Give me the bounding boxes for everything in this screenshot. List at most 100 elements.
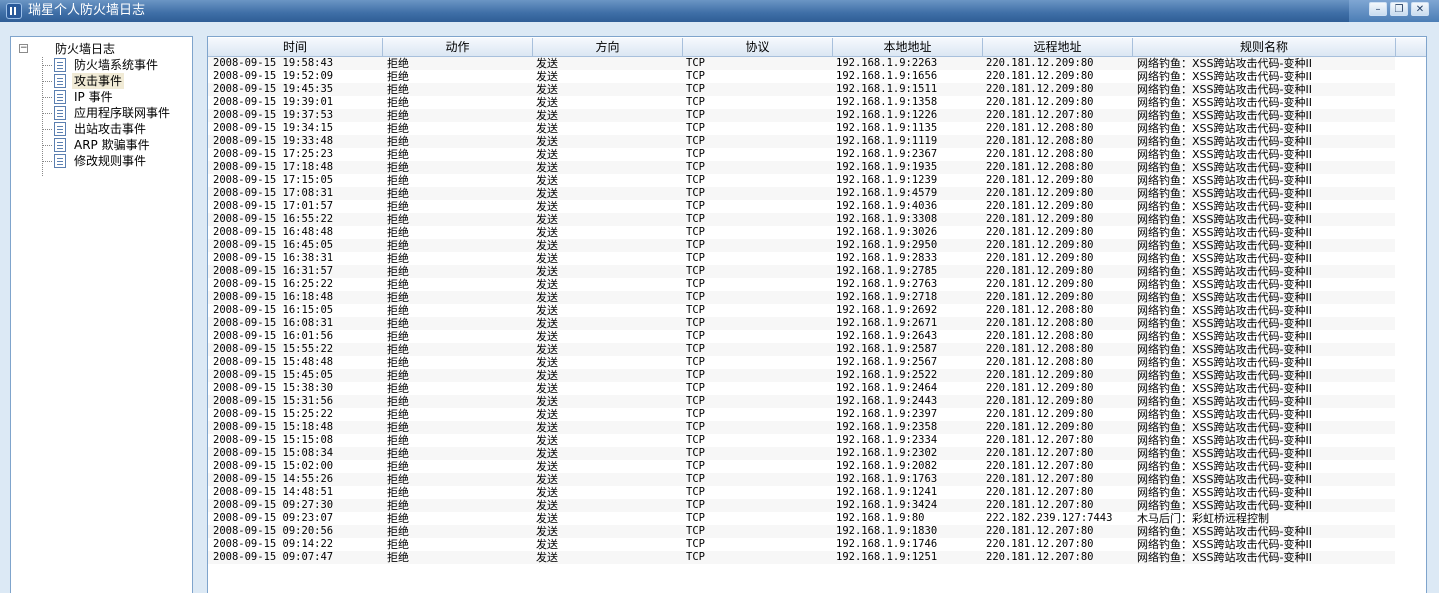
table-row[interactable]: 2008-09-15 19:58:43 拒绝 发送 TCP 192.168.1.9:22… bbox=[208, 57, 1395, 70]
cell-local-address: 192.168.1.9:2950 bbox=[836, 239, 938, 251]
table-row[interactable]: 2008-09-15 09:07:47 拒绝 发送 TCP 192.168.1.9:12… bbox=[208, 551, 1395, 564]
table-row[interactable]: 2008-09-15 15:31:56 拒绝 发送 TCP 192.168.1.9:24… bbox=[208, 395, 1395, 408]
table-row[interactable]: 2008-09-15 17:18:48 拒绝 发送 TCP 192.168.1.9:19… bbox=[208, 161, 1395, 174]
table-row[interactable]: 2008-09-15 15:45:05 拒绝 发送 TCP 192.168.1.9:25… bbox=[208, 369, 1395, 382]
table-row[interactable]: 2008-09-15 19:37:53 拒绝 发送 TCP 192.168.1.9:12… bbox=[208, 109, 1395, 122]
title-bar: 瑞星个人防火墙日志 – ❐ ✕ bbox=[0, 0, 1439, 22]
tree-item[interactable]: 应用程序联网事件 bbox=[42, 105, 192, 121]
cell-direction: 发送 bbox=[536, 486, 558, 499]
table-row[interactable]: 2008-09-15 16:55:22 拒绝 发送 TCP 192.168.1.9:33… bbox=[208, 213, 1395, 226]
cell-rule-name: 网络钓鱼：XSS跨站攻击代码-变种II bbox=[1137, 122, 1312, 135]
table-row[interactable]: 2008-09-15 16:01:56 拒绝 发送 TCP 192.168.1.9:26… bbox=[208, 330, 1395, 343]
cell-time: 2008-09-15 15:48:48 bbox=[213, 356, 334, 368]
cell-direction: 发送 bbox=[536, 382, 558, 395]
minimize-icon[interactable]: – bbox=[1369, 2, 1387, 16]
table-row[interactable]: 2008-09-15 14:48:51 拒绝 发送 TCP 192.168.1.9:12… bbox=[208, 486, 1395, 499]
cell-action: 拒绝 bbox=[387, 330, 409, 343]
cell-remote-address: 220.181.12.209:80 bbox=[986, 278, 1094, 290]
table-row[interactable]: 2008-09-15 09:23:07 拒绝 发送 TCP 192.168.1.9:80… bbox=[208, 512, 1395, 525]
table-row[interactable]: 2008-09-15 16:15:05 拒绝 发送 TCP 192.168.1.9:26… bbox=[208, 304, 1395, 317]
cell-remote-address: 220.181.12.209:80 bbox=[986, 291, 1094, 303]
cell-direction: 发送 bbox=[536, 135, 558, 148]
table-row[interactable]: 2008-09-15 15:48:48 拒绝 发送 TCP 192.168.1.9:25… bbox=[208, 356, 1395, 369]
cell-rule-name: 网络钓鱼：XSS跨站攻击代码-变种II bbox=[1137, 369, 1312, 382]
cell-local-address: 192.168.1.9:2718 bbox=[836, 291, 938, 303]
table-row[interactable]: 2008-09-15 16:48:48 拒绝 发送 TCP 192.168.1.9:30… bbox=[208, 226, 1395, 239]
cell-remote-address: 220.181.12.208:80 bbox=[986, 343, 1094, 355]
header-remote-address[interactable]: 远程地址 bbox=[983, 38, 1133, 56]
cell-rule-name: 网络钓鱼：XSS跨站攻击代码-变种II bbox=[1137, 83, 1312, 96]
cell-time: 2008-09-15 19:45:35 bbox=[213, 83, 334, 95]
cell-direction: 发送 bbox=[536, 343, 558, 356]
tree-item[interactable]: 出站攻击事件 bbox=[42, 121, 192, 137]
tree-item[interactable]: 防火墙系统事件 bbox=[42, 57, 192, 73]
cell-protocol: TCP bbox=[686, 330, 705, 342]
tree-item[interactable]: IP 事件 bbox=[42, 89, 192, 105]
cell-local-address: 192.168.1.9:1656 bbox=[836, 70, 938, 82]
header-action[interactable]: 动作 bbox=[383, 38, 533, 56]
header-local-address[interactable]: 本地地址 bbox=[833, 38, 983, 56]
cell-protocol: TCP bbox=[686, 473, 705, 485]
table-row[interactable]: 2008-09-15 09:27:30 拒绝 发送 TCP 192.168.1.9:34… bbox=[208, 499, 1395, 512]
table-row[interactable]: 2008-09-15 19:45:35 拒绝 发送 TCP 192.168.1.9:15… bbox=[208, 83, 1395, 96]
document-icon bbox=[54, 122, 66, 136]
header-rule-name[interactable]: 规则名称 bbox=[1133, 38, 1396, 56]
cell-remote-address: 220.181.12.209:80 bbox=[986, 265, 1094, 277]
table-row[interactable]: 2008-09-15 19:39:01 拒绝 发送 TCP 192.168.1.9:13… bbox=[208, 96, 1395, 109]
cell-action: 拒绝 bbox=[387, 460, 409, 473]
restore-icon[interactable]: ❐ bbox=[1390, 2, 1408, 16]
table-row[interactable]: 2008-09-15 16:25:22 拒绝 发送 TCP 192.168.1.9:27… bbox=[208, 278, 1395, 291]
table-row[interactable]: 2008-09-15 17:08:31 拒绝 发送 TCP 192.168.1.9:45… bbox=[208, 187, 1395, 200]
table-row[interactable]: 2008-09-15 16:08:31 拒绝 发送 TCP 192.168.1.9:26… bbox=[208, 317, 1395, 330]
table-row[interactable]: 2008-09-15 16:45:05 拒绝 发送 TCP 192.168.1.9:29… bbox=[208, 239, 1395, 252]
tree-root-label[interactable]: 防火墙日志 bbox=[55, 41, 115, 57]
table-row[interactable]: 2008-09-15 17:15:05 拒绝 发送 TCP 192.168.1.9:12… bbox=[208, 174, 1395, 187]
cell-time: 2008-09-15 14:55:26 bbox=[213, 473, 334, 485]
cell-protocol: TCP bbox=[686, 135, 705, 147]
cell-local-address: 192.168.1.9:1251 bbox=[836, 551, 938, 563]
table-row[interactable]: 2008-09-15 16:18:48 拒绝 发送 TCP 192.168.1.9:27… bbox=[208, 291, 1395, 304]
table-row[interactable]: 2008-09-15 09:20:56 拒绝 发送 TCP 192.168.1.9:18… bbox=[208, 525, 1395, 538]
table-row[interactable]: 2008-09-15 15:38:30 拒绝 发送 TCP 192.168.1.9:24… bbox=[208, 382, 1395, 395]
cell-time: 2008-09-15 15:15:08 bbox=[213, 434, 334, 446]
cell-action: 拒绝 bbox=[387, 525, 409, 538]
collapse-icon[interactable]: − bbox=[19, 44, 28, 53]
cell-protocol: TCP bbox=[686, 252, 705, 264]
table-row[interactable]: 2008-09-15 19:33:48 拒绝 发送 TCP 192.168.1.9:11… bbox=[208, 135, 1395, 148]
table-row[interactable]: 2008-09-15 19:34:15 拒绝 发送 TCP 192.168.1.9:11… bbox=[208, 122, 1395, 135]
tree-item[interactable]: 修改规则事件 bbox=[42, 153, 192, 169]
header-protocol[interactable]: 协议 bbox=[683, 38, 833, 56]
cell-local-address: 192.168.1.9:1763 bbox=[836, 473, 938, 485]
cell-remote-address: 220.181.12.208:80 bbox=[986, 161, 1094, 173]
tree-item-label: ARP 欺骗事件 bbox=[74, 138, 150, 152]
table-row[interactable]: 2008-09-15 15:25:22 拒绝 发送 TCP 192.168.1.9:23… bbox=[208, 408, 1395, 421]
cell-direction: 发送 bbox=[536, 83, 558, 96]
cell-rule-name: 网络钓鱼：XSS跨站攻击代码-变种II bbox=[1137, 252, 1312, 265]
table-row[interactable]: 2008-09-15 16:38:31 拒绝 发送 TCP 192.168.1.9:28… bbox=[208, 252, 1395, 265]
cell-time: 2008-09-15 15:25:22 bbox=[213, 408, 334, 420]
table-row[interactable]: 2008-09-15 15:02:00 拒绝 发送 TCP 192.168.1.9:20… bbox=[208, 460, 1395, 473]
table-row[interactable]: 2008-09-15 09:14:22 拒绝 发送 TCP 192.168.1.9:17… bbox=[208, 538, 1395, 551]
cell-local-address: 192.168.1.9:2334 bbox=[836, 434, 938, 446]
table-row[interactable]: 2008-09-15 14:55:26 拒绝 发送 TCP 192.168.1.9:17… bbox=[208, 473, 1395, 486]
table-row[interactable]: 2008-09-15 17:01:57 拒绝 发送 TCP 192.168.1.9:40… bbox=[208, 200, 1395, 213]
table-row[interactable]: 2008-09-15 16:31:57 拒绝 发送 TCP 192.168.1.9:27… bbox=[208, 265, 1395, 278]
cell-remote-address: 220.181.12.207:80 bbox=[986, 551, 1094, 563]
table-header: 时间 动作 方向 协议 本地地址 远程地址 规则名称 bbox=[208, 38, 1426, 57]
close-icon[interactable]: ✕ bbox=[1411, 2, 1429, 16]
table-row[interactable]: 2008-09-15 15:15:08 拒绝 发送 TCP 192.168.1.9:23… bbox=[208, 434, 1395, 447]
cell-time: 2008-09-15 14:48:51 bbox=[213, 486, 334, 498]
table-row[interactable]: 2008-09-15 17:25:23 拒绝 发送 TCP 192.168.1.9:23… bbox=[208, 148, 1395, 161]
table-row[interactable]: 2008-09-15 19:52:09 拒绝 发送 TCP 192.168.1.9:16… bbox=[208, 70, 1395, 83]
tree-item-label: IP 事件 bbox=[74, 90, 113, 104]
table-row[interactable]: 2008-09-15 15:08:34 拒绝 发送 TCP 192.168.1.9:23… bbox=[208, 447, 1395, 460]
header-direction[interactable]: 方向 bbox=[533, 38, 683, 56]
tree-item[interactable]: 攻击事件 bbox=[42, 73, 192, 89]
table-row[interactable]: 2008-09-15 15:18:48 拒绝 发送 TCP 192.168.1.9:23… bbox=[208, 421, 1395, 434]
cell-protocol: TCP bbox=[686, 265, 705, 277]
table-row[interactable]: 2008-09-15 15:55:22 拒绝 发送 TCP 192.168.1.9:25… bbox=[208, 343, 1395, 356]
header-time[interactable]: 时间 bbox=[208, 38, 383, 56]
tree-item[interactable]: ARP 欺骗事件 bbox=[42, 137, 192, 153]
cell-local-address: 192.168.1.9:2785 bbox=[836, 265, 938, 277]
cell-protocol: TCP bbox=[686, 551, 705, 563]
